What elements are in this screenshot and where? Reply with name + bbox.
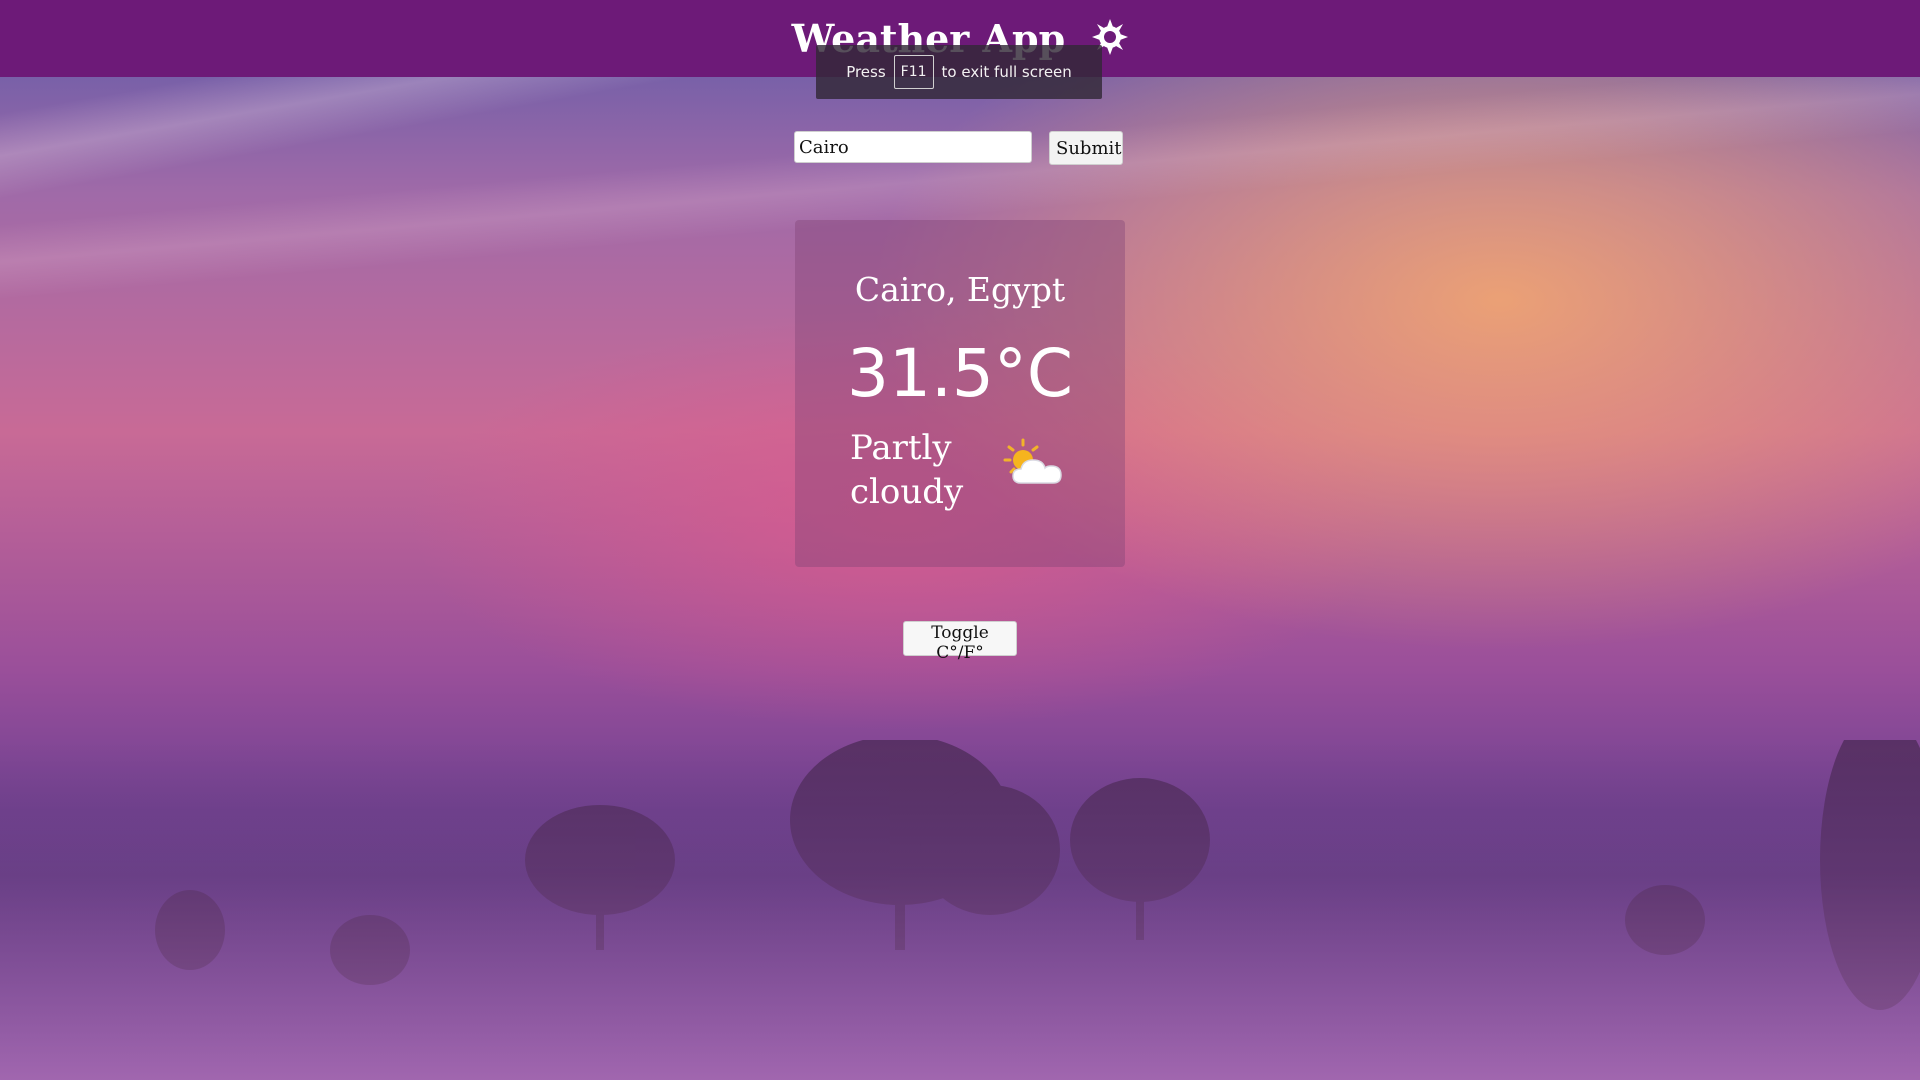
condition-line-1: Partly [850,428,952,468]
temperature-value: 31.5°C [846,335,1074,412]
condition-text: Partly cloudy [850,426,990,514]
condition-line-2: cloudy [850,472,964,512]
location-label: Cairo, Egypt [854,270,1066,309]
toast-prefix: Press [846,63,886,81]
weather-card: Cairo, Egypt 31.5°C Partly cloudy [795,220,1125,567]
submit-button[interactable]: Submit [1049,131,1123,165]
toast-key: F11 [893,55,934,89]
partly-cloudy-icon [1003,438,1062,484]
city-search-input[interactable] [794,131,1032,163]
toggle-unit-button[interactable]: Toggle C°/F° [903,621,1017,663]
toast-suffix: to exit full screen [941,63,1072,81]
fullscreen-exit-toast: Press F11 to exit full screen [816,45,1102,99]
background-trees-image [0,740,1920,1080]
